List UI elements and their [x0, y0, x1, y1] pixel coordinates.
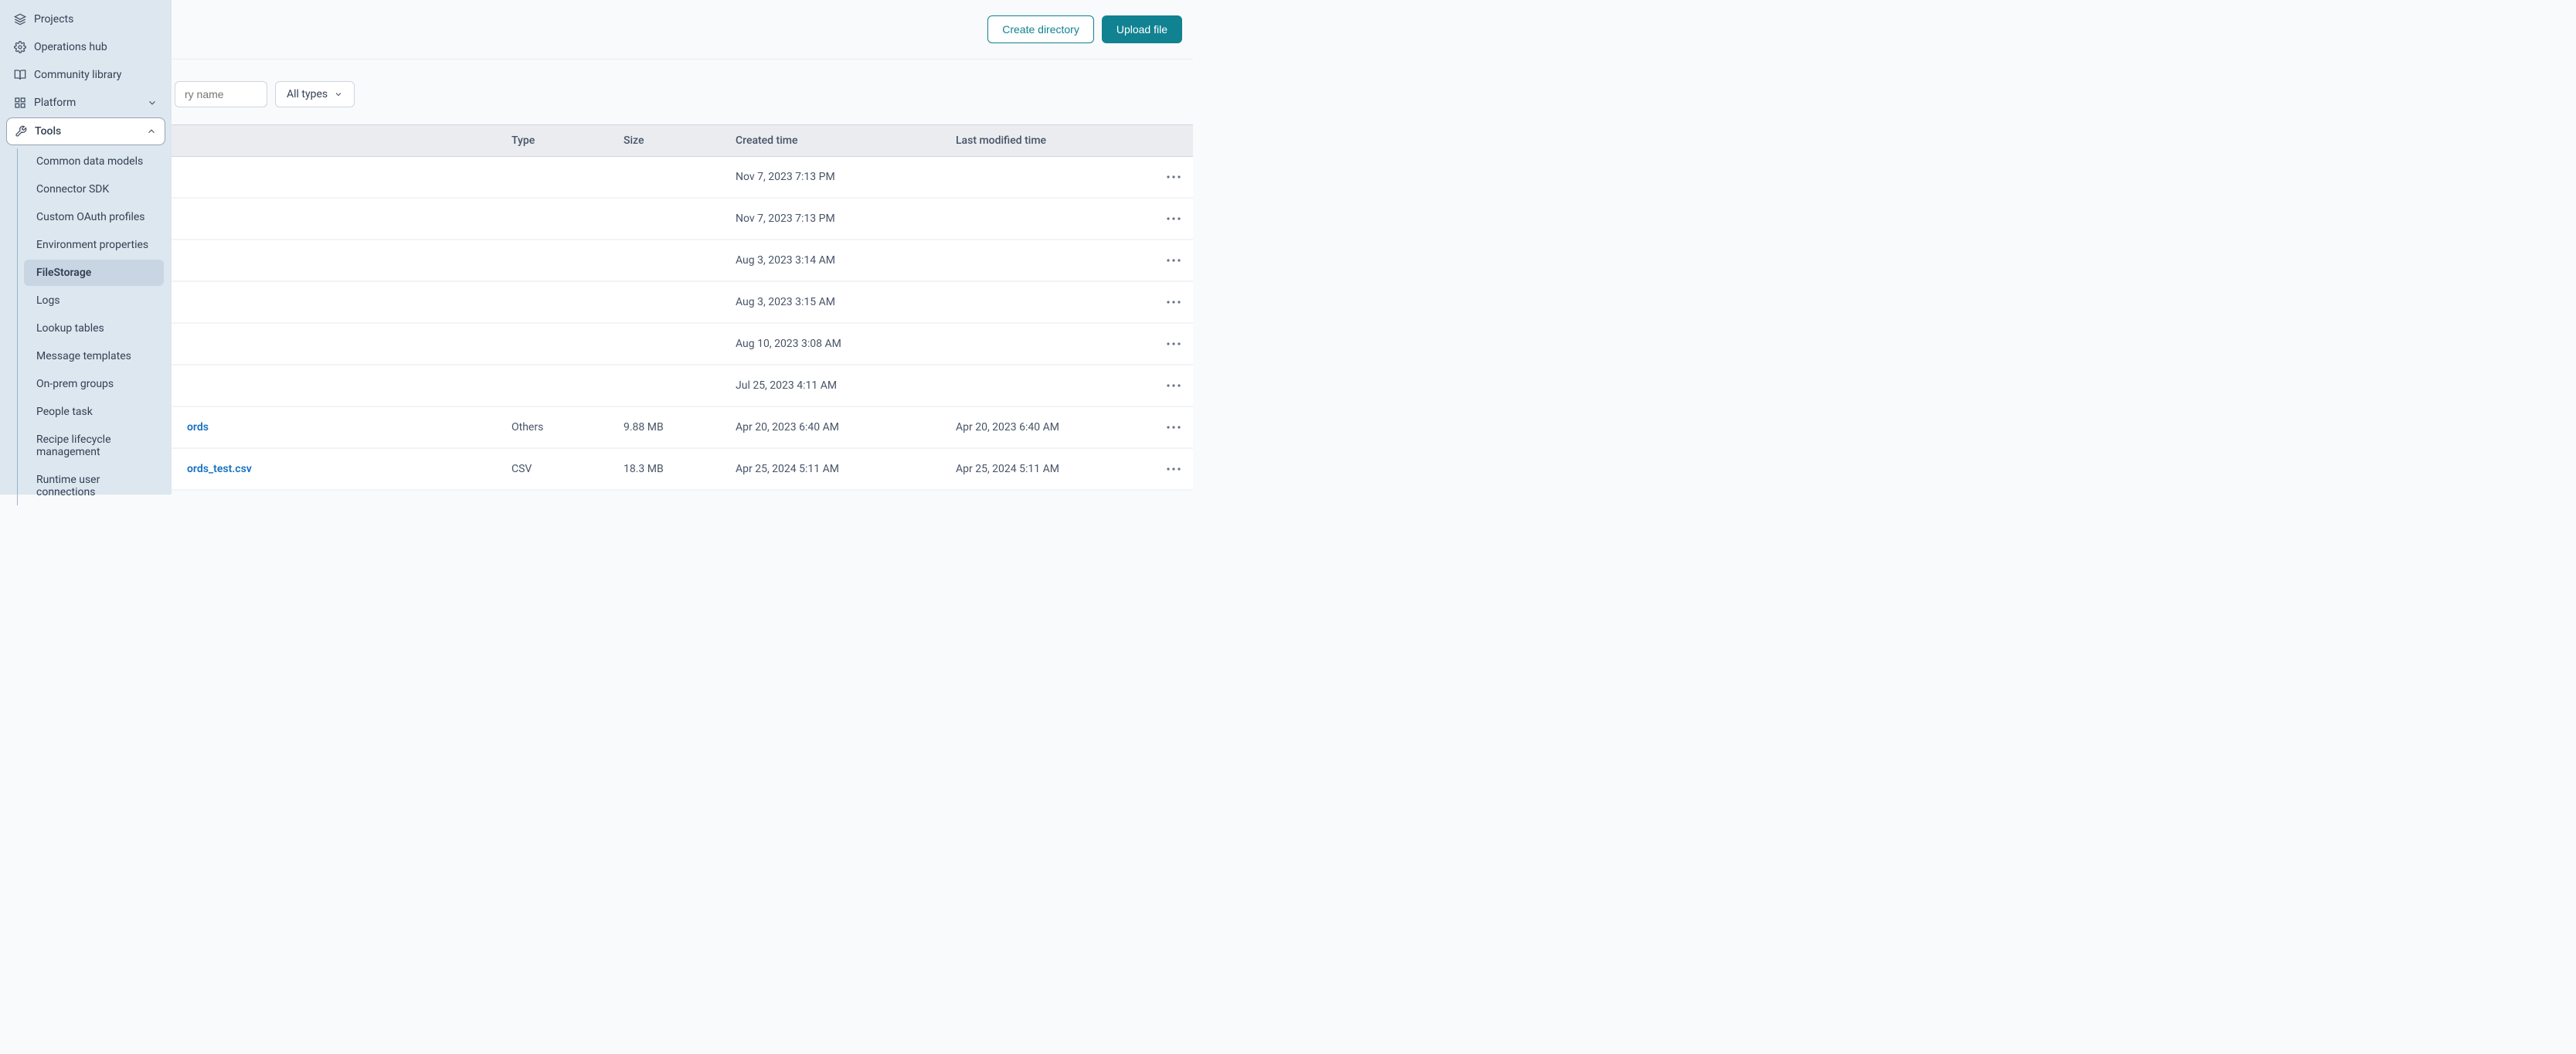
type-filter-label: All types [287, 88, 328, 100]
submenu-filestorage[interactable]: FileStorage [24, 260, 164, 286]
row-modified: Apr 25, 2024 5:11 AM [956, 463, 1154, 475]
row-created: Aug 3, 2023 3:15 AM [736, 296, 956, 308]
row-created: Aug 3, 2023 3:14 AM [736, 254, 956, 267]
nav-label: Platform [34, 97, 139, 109]
more-actions-button[interactable] [1164, 293, 1183, 311]
nav-label: Tools [35, 125, 138, 138]
sidebar: Projects Operations hub Community librar… [0, 0, 172, 495]
nav-label: Projects [34, 13, 158, 26]
row-created: Jul 25, 2023 4:11 AM [736, 379, 956, 392]
type-filter-dropdown[interactable]: All types [275, 81, 355, 107]
nav-operations-hub[interactable]: Operations hub [6, 34, 165, 60]
col-header-type: Type [511, 134, 624, 147]
row-name[interactable]: ords_test.csv [172, 463, 511, 475]
col-header-actions [1154, 134, 1193, 147]
filters-bar: All types [172, 81, 1193, 124]
nav-label: Community library [34, 69, 158, 81]
file-table: Type Size Created time Last modified tim… [172, 124, 1193, 495]
more-actions-button[interactable] [1164, 418, 1183, 437]
wrench-icon [15, 125, 27, 138]
chevron-down-icon [147, 97, 158, 108]
nav-label: Operations hub [34, 41, 158, 53]
row-type: CSV [511, 463, 624, 475]
submenu-connector-sdk[interactable]: Connector SDK [24, 176, 164, 202]
table-row[interactable]: ordsOthers9.88 MBApr 20, 2023 6:40 AMApr… [172, 407, 1193, 449]
row-created: Nov 7, 2023 7:13 PM [736, 212, 956, 225]
table-row[interactable]: Aug 10, 2023 3:08 AM [172, 324, 1193, 366]
create-directory-button[interactable]: Create directory [987, 15, 1094, 43]
topbar: Create directory Upload file [172, 0, 1193, 60]
chevron-down-icon [334, 90, 343, 99]
row-size: 9.88 MB [624, 421, 736, 434]
grid-icon [14, 97, 26, 109]
nav-platform[interactable]: Platform [6, 90, 165, 116]
submenu-recipe-lifecycle[interactable]: Recipe lifecycle management [24, 427, 164, 465]
submenu-lookup-tables[interactable]: Lookup tables [24, 315, 164, 342]
more-actions-button[interactable] [1164, 335, 1183, 353]
submenu-message-templates[interactable]: Message templates [24, 343, 164, 369]
nav-community-library[interactable]: Community library [6, 62, 165, 88]
row-created: Apr 25, 2024 5:11 AM [736, 463, 956, 475]
more-actions-button[interactable] [1164, 460, 1183, 478]
table-row[interactable]: Nov 7, 2023 7:13 PM [172, 199, 1193, 240]
row-created: Aug 10, 2023 3:08 AM [736, 338, 956, 350]
layers-icon [14, 13, 26, 26]
more-actions-button[interactable] [1164, 209, 1183, 228]
row-created: Apr 20, 2023 6:40 AM [736, 421, 956, 434]
col-header-name [172, 134, 511, 147]
row-size: 18.3 MB [624, 463, 736, 475]
more-actions-button[interactable] [1164, 376, 1183, 395]
table-row[interactable]: Jul 25, 2023 4:11 AM [172, 366, 1193, 407]
book-icon [14, 69, 26, 81]
submenu-common-data-models[interactable]: Common data models [24, 148, 164, 175]
nav-projects[interactable]: Projects [6, 6, 165, 32]
row-name[interactable]: ords [172, 421, 511, 434]
more-actions-button[interactable] [1164, 168, 1183, 186]
col-header-size: Size [624, 134, 736, 147]
table-row[interactable]: Aug 3, 2023 3:15 AM [172, 282, 1193, 324]
submenu-custom-oauth-profiles[interactable]: Custom OAuth profiles [24, 204, 164, 230]
submenu-environment-properties[interactable]: Environment properties [24, 232, 164, 258]
search-input[interactable] [175, 81, 267, 107]
table-row[interactable]: Aug 3, 2023 3:14 AM [172, 240, 1193, 282]
main-content: Create directory Upload file All types T… [172, 0, 1202, 495]
tools-submenu: Common data models Connector SDK Custom … [17, 148, 168, 505]
row-type: Others [511, 421, 624, 434]
gear-icon [14, 41, 26, 53]
submenu-logs[interactable]: Logs [24, 287, 164, 314]
chevron-up-icon [146, 126, 157, 137]
submenu-people-task[interactable]: People task [24, 399, 164, 425]
submenu-on-prem-groups[interactable]: On-prem groups [24, 371, 164, 397]
row-created: Nov 7, 2023 7:13 PM [736, 171, 956, 183]
more-actions-button[interactable] [1164, 251, 1183, 270]
table-row[interactable]: Nov 7, 2023 7:13 PM [172, 157, 1193, 199]
table-header: Type Size Created time Last modified tim… [172, 124, 1193, 157]
col-header-created: Created time [736, 134, 956, 147]
nav-tools[interactable]: Tools [6, 117, 165, 145]
col-header-modified: Last modified time [956, 134, 1154, 147]
table-row[interactable]: ords_test.csvCSV18.3 MBApr 25, 2024 5:11… [172, 449, 1193, 491]
row-modified: Apr 20, 2023 6:40 AM [956, 421, 1154, 434]
submenu-runtime-connections[interactable]: Runtime user connections [24, 467, 164, 505]
upload-file-button[interactable]: Upload file [1102, 15, 1182, 43]
